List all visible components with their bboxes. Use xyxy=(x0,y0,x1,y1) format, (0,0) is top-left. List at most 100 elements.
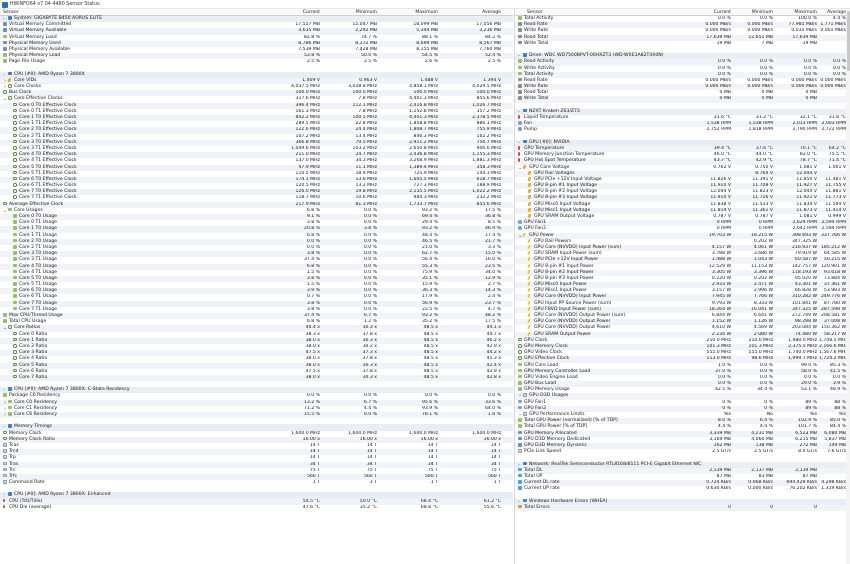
left-sensor-pane[interactable]: Sensor Current Minimum Maximum Average -… xyxy=(0,9,513,564)
disk-icon xyxy=(518,90,522,94)
percent-icon xyxy=(3,34,7,39)
disk-icon xyxy=(518,96,522,101)
column-average[interactable]: Average xyxy=(443,10,501,15)
percent-icon xyxy=(518,16,522,20)
clock-icon xyxy=(13,145,17,150)
percent-icon xyxy=(13,282,17,286)
percent-icon xyxy=(13,263,17,268)
percent-icon xyxy=(13,232,17,237)
sensor-icon xyxy=(3,467,7,472)
network-icon xyxy=(518,473,522,478)
column-average-right[interactable]: Average xyxy=(819,10,846,15)
power-icon xyxy=(527,244,532,249)
scrollbar-thumb[interactable] xyxy=(846,11,850,71)
column-header: Sensor Current Minimum Maximum Average xyxy=(0,9,513,16)
sensor-group-icon xyxy=(523,461,527,466)
percent-icon xyxy=(8,405,12,410)
power-icon xyxy=(527,269,532,274)
voltage-icon xyxy=(527,189,532,193)
value-maximum: 68.8 °C xyxy=(420,504,438,510)
voltage-icon xyxy=(527,195,532,200)
clock-icon xyxy=(3,90,7,94)
percent-icon xyxy=(518,418,522,422)
percent-icon xyxy=(13,300,17,305)
percent-icon xyxy=(518,362,522,367)
voltage-icon xyxy=(527,176,532,181)
power-icon xyxy=(527,325,532,329)
sensor-icon xyxy=(518,449,522,453)
percent-icon xyxy=(3,59,7,63)
sensor-icon xyxy=(3,449,7,453)
memory-icon xyxy=(3,40,7,45)
fan-icon xyxy=(518,121,522,125)
sensor-icon xyxy=(523,393,527,398)
voltage-icon xyxy=(527,207,532,212)
network-icon xyxy=(518,480,522,484)
power-icon xyxy=(527,313,532,317)
clock-icon xyxy=(13,170,17,175)
thermometer-icon xyxy=(518,115,520,119)
sensor-name: Total Errors xyxy=(524,504,550,510)
percent-icon xyxy=(13,226,17,230)
sensor-icon xyxy=(3,473,7,478)
memory-icon xyxy=(3,46,7,51)
clock-icon xyxy=(13,127,17,131)
percent-icon xyxy=(13,257,17,261)
column-sensor[interactable]: Sensor xyxy=(3,10,19,15)
column-maximum[interactable]: Maximum xyxy=(382,10,438,15)
window-title: HWiNFO64 v7.04-4480 Sensor Status xyxy=(10,2,100,7)
value-current: 0 xyxy=(728,504,731,510)
vertical-scrollbar[interactable] xyxy=(846,9,850,564)
sensor-group-icon xyxy=(8,492,12,497)
memory-icon xyxy=(518,430,522,435)
percent-icon xyxy=(518,65,522,70)
column-current-right[interactable]: Current xyxy=(693,10,731,15)
column-minimum[interactable]: Minimum xyxy=(325,10,377,15)
power-icon xyxy=(522,232,527,237)
clock-icon xyxy=(13,133,17,138)
clock-icon xyxy=(13,343,17,348)
column-minimum-right[interactable]: Minimum xyxy=(735,10,773,15)
percent-icon xyxy=(8,399,12,404)
clock-icon xyxy=(518,337,522,342)
percent-icon xyxy=(13,269,17,274)
clock-icon xyxy=(13,374,17,379)
power-icon xyxy=(527,319,532,323)
column-sensor-right[interactable]: Sensor xyxy=(527,10,543,15)
percent-icon xyxy=(518,71,522,76)
clock-icon xyxy=(13,356,17,360)
clock-icon xyxy=(13,108,17,113)
left-sensor-list: - System: GIGABYTE B450 AORUS ELITE Virtua… xyxy=(0,16,513,511)
sensor-group-icon xyxy=(523,108,527,113)
disk-icon xyxy=(518,28,522,32)
sensor-name: CPU Die (average) xyxy=(9,504,52,510)
sensor-row[interactable]: CPU Die (average) 47.6 °C 35.2 °C 68.8 °C 55… xyxy=(0,504,513,511)
column-current[interactable]: Current xyxy=(270,10,320,15)
sensor-row[interactable]: Total Errors 0 0 0 xyxy=(515,504,850,511)
disk-icon xyxy=(518,22,522,26)
clock-icon xyxy=(8,325,12,329)
fan-icon xyxy=(518,220,522,224)
clock-icon xyxy=(13,337,17,342)
column-maximum-right[interactable]: Maximum xyxy=(777,10,817,15)
disk-icon xyxy=(518,84,522,88)
clock-icon xyxy=(8,96,12,101)
fan-icon xyxy=(518,399,522,404)
percent-icon xyxy=(8,207,12,212)
clock-icon xyxy=(3,201,7,206)
sensor-icon xyxy=(3,442,7,447)
voltage-icon xyxy=(522,164,527,169)
right-sensor-pane[interactable]: Sensor Current Minimum Maximum Average T… xyxy=(514,9,850,564)
clock-icon xyxy=(518,350,522,354)
voltage-icon xyxy=(527,214,532,218)
power-icon xyxy=(527,238,532,243)
clock-icon xyxy=(13,139,17,144)
thermometer-icon xyxy=(518,158,520,162)
network-icon xyxy=(518,486,522,490)
thermometer-icon xyxy=(3,504,5,509)
app-icon xyxy=(2,1,8,8)
clock-icon xyxy=(13,115,17,119)
percent-icon xyxy=(13,275,17,280)
clock-icon xyxy=(13,102,17,107)
sensor-group-icon xyxy=(523,139,527,144)
